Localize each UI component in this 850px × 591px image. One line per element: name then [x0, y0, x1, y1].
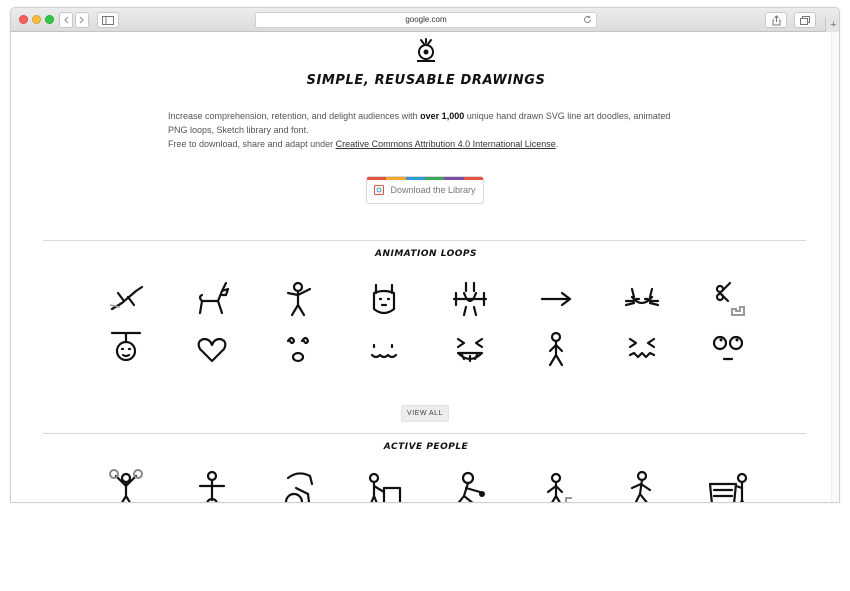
unicycle-juggler-doodle[interactable]	[169, 465, 255, 502]
flying-superhero-icon	[109, 285, 144, 311]
squinting-face-doodle[interactable]	[599, 324, 685, 374]
forward-button[interactable]	[75, 12, 89, 28]
dizzy-face-icon	[286, 336, 310, 363]
shopping-cart-doodle[interactable]	[685, 465, 771, 502]
cat-face-doodle[interactable]	[599, 274, 685, 324]
monkey-hanging-doodle[interactable]	[83, 324, 169, 374]
bunny-weightlifter-icon	[452, 281, 488, 317]
sneaky-face-icon	[370, 343, 398, 359]
stair-climber-doodle[interactable]	[513, 465, 599, 502]
unicycle-juggler-icon	[198, 470, 226, 502]
stair-climber-icon	[546, 472, 572, 502]
browser-toolbar: google.com +	[11, 8, 839, 32]
back-button[interactable]	[59, 12, 73, 28]
download-library-button[interactable]: Download the Library	[366, 176, 484, 204]
cat-face-icon	[624, 287, 660, 307]
intro-count: over 1,000	[420, 111, 465, 121]
rolling-eyes-face-icon	[712, 335, 744, 361]
view-all-button[interactable]: VIEW ALL	[401, 405, 449, 422]
address-text: google.com	[405, 15, 447, 24]
scissors-cutting-icon	[715, 281, 745, 316]
page-headline: SIMPLE, REUSABLE DRAWINGS	[306, 73, 546, 88]
monkey-hanging-icon	[110, 331, 142, 362]
share-icon	[772, 14, 780, 25]
animation-loops-grid	[83, 274, 773, 374]
waving-person-icon	[286, 281, 312, 317]
running-person-doodle[interactable]	[599, 465, 685, 502]
pushing-box-icon	[368, 472, 402, 502]
section-divider	[43, 433, 806, 434]
bunny-weightlifter-doodle[interactable]	[427, 274, 513, 324]
wheelchair-doodle[interactable]	[255, 465, 341, 502]
walking-person-doodle[interactable]	[513, 324, 599, 374]
waving-person-doodle[interactable]	[255, 274, 341, 324]
license-link[interactable]: Creative Commons Attribution 4.0 Interna…	[336, 139, 556, 149]
scissors-cutting-doodle[interactable]	[685, 274, 771, 324]
cheerleader-icon	[109, 469, 143, 502]
download-library-label: Download the Library	[390, 185, 476, 195]
squinting-face-icon	[628, 337, 656, 359]
page-content: SIMPLE, REUSABLE DRAWINGS Increase compr…	[11, 33, 839, 502]
laughing-face-doodle[interactable]	[427, 324, 513, 374]
close-window-button[interactable]	[19, 15, 28, 24]
heart-icon	[197, 337, 227, 363]
zoom-window-button[interactable]	[45, 15, 54, 24]
sidebar-icon	[102, 15, 114, 25]
walking-person-icon	[548, 331, 564, 367]
tabs-icon	[800, 15, 810, 25]
license-text: Free to download, share and adapt under	[168, 139, 336, 149]
bowling-doodle[interactable]	[427, 465, 513, 502]
color-stripe	[367, 177, 483, 180]
share-button[interactable]	[765, 12, 787, 28]
chevron-left-icon	[64, 16, 69, 24]
minimize-window-button[interactable]	[32, 15, 41, 24]
browser-window: google.com + SIMPLE, REUSABLE DRAWINGS I…	[10, 7, 840, 503]
arrow-right-icon	[540, 291, 572, 307]
unicorn-icon	[198, 281, 230, 315]
section-divider	[43, 240, 806, 241]
intro-text-start: Increase comprehension, retention, and d…	[168, 111, 421, 121]
wheelchair-icon	[284, 472, 314, 502]
llama-doodle[interactable]	[341, 274, 427, 324]
license-text-end: .	[555, 139, 559, 149]
tabs-overview-button[interactable]	[794, 12, 816, 28]
intro-text: Increase comprehension, retention, and d…	[168, 109, 688, 151]
animation-loops-title: ANIMATION LOOPS	[374, 249, 477, 259]
new-tab-button[interactable]: +	[825, 17, 839, 32]
dizzy-face-doodle[interactable]	[255, 324, 341, 374]
active-people-title: ACTIVE PEOPLE	[383, 442, 469, 452]
rolling-eyes-face-doodle[interactable]	[685, 324, 771, 374]
arrow-right-doodle[interactable]	[513, 274, 599, 324]
llama-icon	[372, 283, 396, 315]
bowling-icon	[457, 471, 485, 502]
google-drive-icon	[374, 185, 385, 195]
active-people-grid	[83, 465, 773, 502]
heart-doodle[interactable]	[169, 324, 255, 374]
cheerleader-doodle[interactable]	[83, 465, 169, 502]
sneaky-face-doodle[interactable]	[341, 324, 427, 374]
address-bar[interactable]: google.com	[255, 12, 597, 28]
unicorn-doodle[interactable]	[169, 274, 255, 324]
chevron-right-icon	[79, 16, 84, 24]
flying-superhero-doodle[interactable]	[83, 274, 169, 324]
shopping-cart-icon	[708, 472, 748, 502]
site-logo-icon[interactable]	[413, 37, 439, 63]
sidebar-button[interactable]	[97, 12, 119, 28]
running-person-icon	[630, 470, 652, 502]
pushing-box-doodle[interactable]	[341, 465, 427, 502]
reload-icon[interactable]	[583, 15, 592, 24]
laughing-face-icon	[456, 337, 484, 363]
